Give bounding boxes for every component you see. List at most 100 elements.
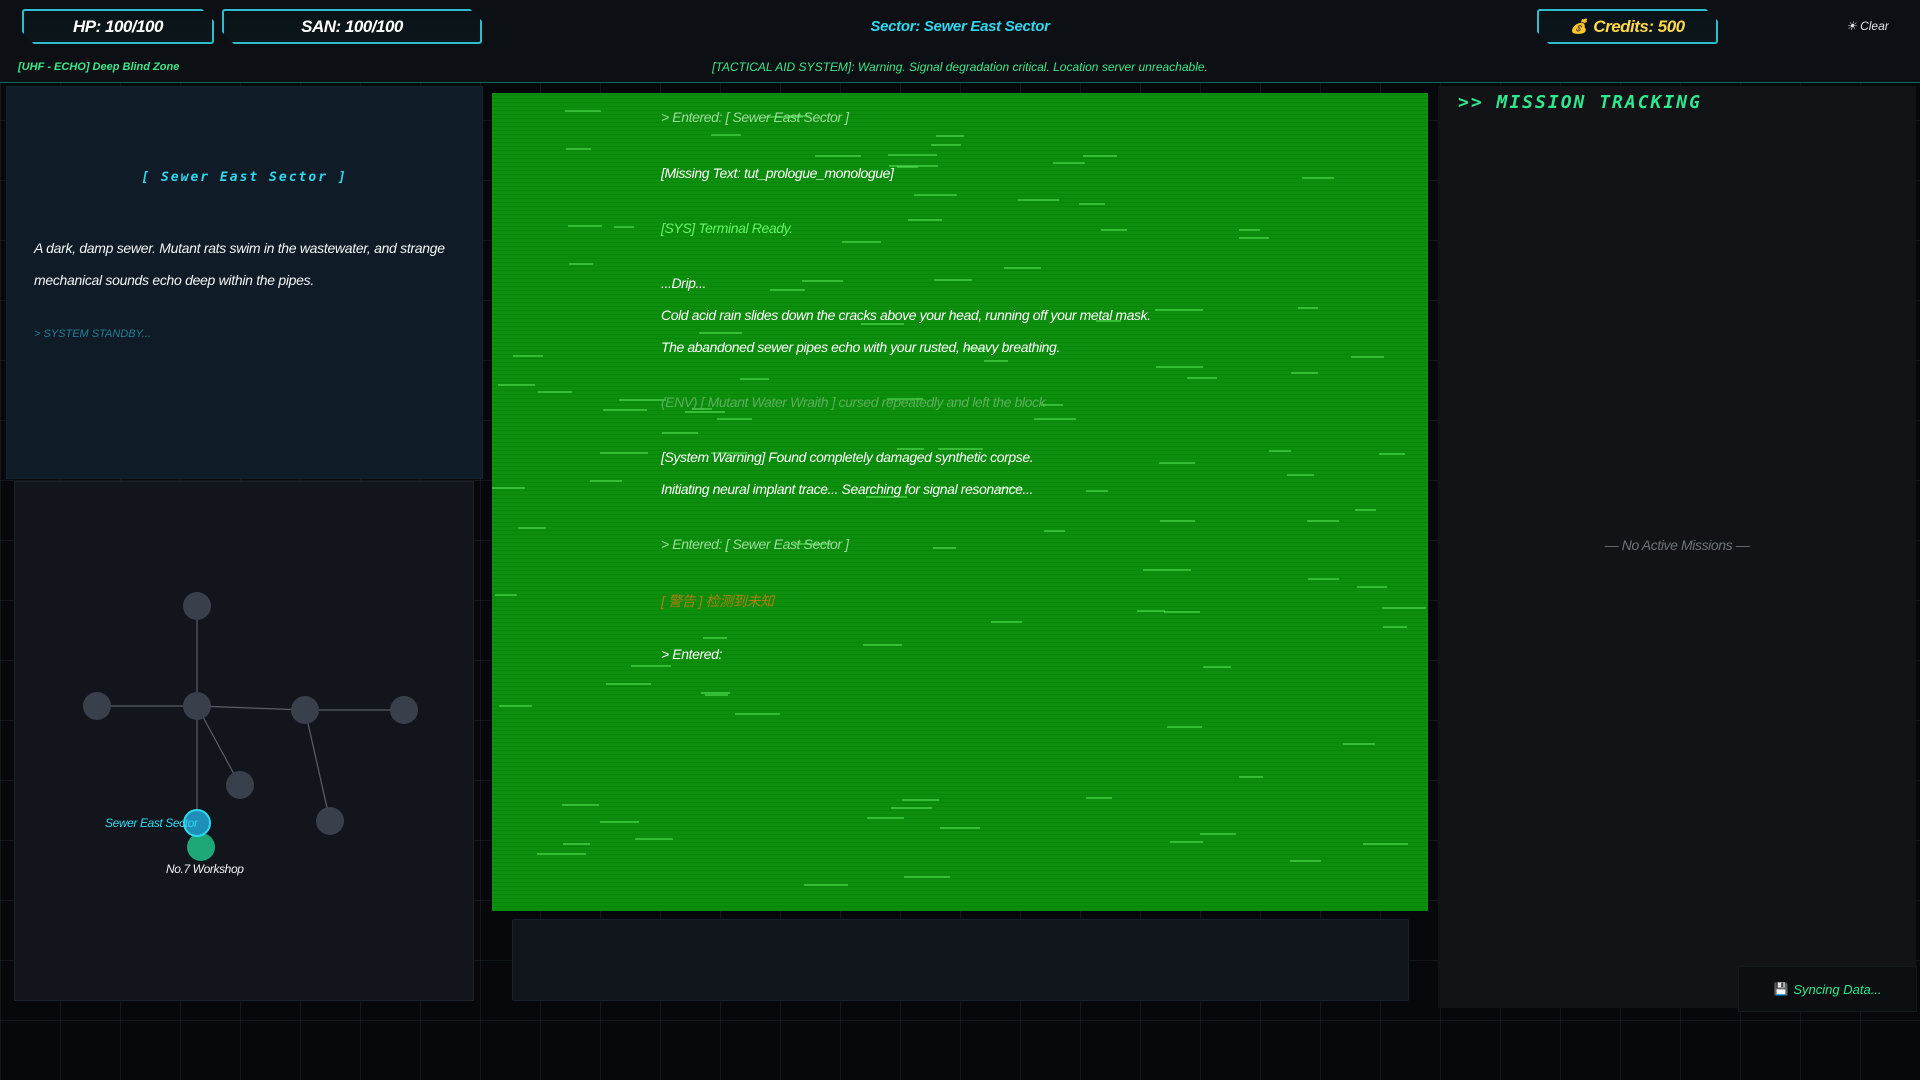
mission-tracking-title: >> MISSION TRACKING	[1458, 92, 1702, 113]
map-node[interactable]	[83, 692, 111, 720]
scanline-streak	[1018, 199, 1059, 201]
scanline-streak	[562, 804, 599, 806]
scanline-streak	[631, 665, 671, 667]
scanline-streak	[1143, 569, 1191, 571]
scanline-streak	[1355, 509, 1376, 511]
scanline-streak	[1291, 372, 1318, 374]
sync-status: 💾 Syncing Data...	[1738, 966, 1917, 1012]
scanline-streak	[495, 594, 517, 596]
credits-label: Credits: 500	[1593, 16, 1685, 36]
map-node[interactable]	[316, 807, 344, 835]
scanline-streak	[1239, 237, 1269, 239]
terminal-log-line: [SYS] Terminal Ready.	[661, 220, 793, 236]
scanline-streak	[1351, 356, 1384, 358]
scanline-streak	[804, 884, 848, 886]
scanline-streak	[1159, 462, 1195, 464]
terminal-log-screen: > Entered: [ Sewer East Sector ] [Missing…	[492, 93, 1428, 911]
current-location-label: Sewer East Sector	[105, 816, 198, 830]
mission-tracking-panel: >> MISSION TRACKING — No Active Missions…	[1438, 86, 1916, 1008]
san-label: SAN: 100/100	[301, 16, 403, 36]
scanline-streak	[740, 378, 769, 380]
scanline-streak	[685, 411, 725, 413]
location-info-panel: [ Sewer East Sector ] A dark, damp sewer…	[6, 86, 483, 479]
sector-map-panel: Sewer East Sector No.7 Workshop	[14, 481, 474, 1001]
scanline-streak	[1044, 530, 1065, 532]
scanline-streak	[1155, 309, 1203, 311]
scanline-streak	[1170, 841, 1203, 843]
scanline-streak	[735, 713, 780, 715]
scanline-streak	[606, 683, 651, 685]
scanline-streak	[861, 323, 904, 325]
scanline-streak	[770, 289, 805, 291]
map-node-workshop[interactable]	[187, 833, 215, 861]
scanline-streak	[1287, 474, 1314, 476]
map-node[interactable]	[291, 696, 319, 724]
scanline-streak	[614, 226, 634, 228]
scanline-streak	[902, 799, 939, 801]
scanline-streak	[590, 480, 622, 482]
map-node[interactable]	[390, 696, 418, 724]
map-node[interactable]	[226, 771, 254, 799]
scanline-streak	[1239, 776, 1263, 778]
scanline-streak	[1307, 520, 1339, 522]
scanline-streak	[908, 219, 942, 221]
scanline-streak	[565, 110, 601, 112]
scanline-streak	[904, 876, 950, 878]
command-input[interactable]	[512, 919, 1409, 1001]
map-node[interactable]	[183, 592, 211, 620]
scanline-streak	[1290, 860, 1321, 862]
scanline-streak	[1308, 578, 1339, 580]
scanline-streak	[499, 705, 532, 707]
scanline-streak	[538, 391, 572, 393]
scanline-streak	[933, 547, 956, 549]
scanline-streak	[888, 154, 937, 156]
map-node[interactable]	[183, 692, 211, 720]
scanline-streak	[1167, 726, 1202, 728]
no-missions-text: — No Active Missions —	[1604, 537, 1750, 553]
floppy-disk-icon: 💾	[1773, 982, 1789, 996]
scanline-streak	[1053, 162, 1085, 164]
scanline-streak	[563, 843, 590, 845]
sector-map	[83, 592, 418, 861]
hp-label: HP: 100/100	[73, 16, 163, 36]
scanline-streak	[498, 384, 535, 386]
scanline-streak	[914, 194, 957, 196]
terminal-log-line: (ENV) [ Mutant Water Wraith ] cursed rep…	[661, 394, 1046, 410]
terminal-log-line: > Entered:	[661, 646, 722, 662]
map-edge	[196, 705, 306, 711]
scanline-streak	[1200, 833, 1236, 835]
scanline-streak	[1164, 611, 1200, 613]
scanline-streak	[1086, 490, 1108, 492]
scanline-streak	[815, 155, 861, 157]
terminal-log-line: The abandoned sewer pipes echo with your…	[661, 339, 1060, 355]
sanity-display: SAN: 100/100	[222, 9, 482, 44]
scanline-streak	[1137, 610, 1165, 612]
scanline-streak	[703, 637, 727, 639]
scanline-streak	[1298, 307, 1318, 309]
scanline-streak	[1034, 418, 1076, 420]
hp-display: HP: 100/100	[22, 9, 214, 44]
scanline-streak	[1156, 366, 1203, 368]
money-bag-icon: 💰	[1570, 18, 1588, 34]
scanline-streak	[635, 838, 673, 840]
scanline-streak	[1239, 229, 1260, 231]
scanline-streak	[842, 241, 881, 243]
scanline-streak	[569, 263, 593, 265]
scanline-streak	[518, 527, 546, 529]
weather-clear-button[interactable]: ☀ Clear	[1846, 19, 1889, 33]
scanline-streak	[1203, 666, 1231, 668]
scanline-streak	[1363, 843, 1408, 845]
scanline-streak	[1382, 607, 1426, 609]
scanline-streak	[1101, 229, 1127, 231]
workshop-location-label: No.7 Workshop	[166, 862, 244, 876]
scanline-streak	[934, 279, 972, 281]
location-description: A dark, damp sewer. Mutant rats swim in …	[34, 240, 445, 288]
terminal-log-line: Initiating neural implant trace... Searc…	[661, 481, 1034, 497]
scanline-streak	[931, 144, 961, 146]
scanline-streak	[513, 355, 543, 357]
scanline-streak	[1083, 155, 1117, 157]
scanline-streak	[1343, 743, 1375, 745]
sync-label: Syncing Data...	[1793, 981, 1882, 997]
scanline-streak	[984, 360, 1008, 362]
system-standby-text: > SYSTEM STANDBY...	[34, 328, 152, 340]
